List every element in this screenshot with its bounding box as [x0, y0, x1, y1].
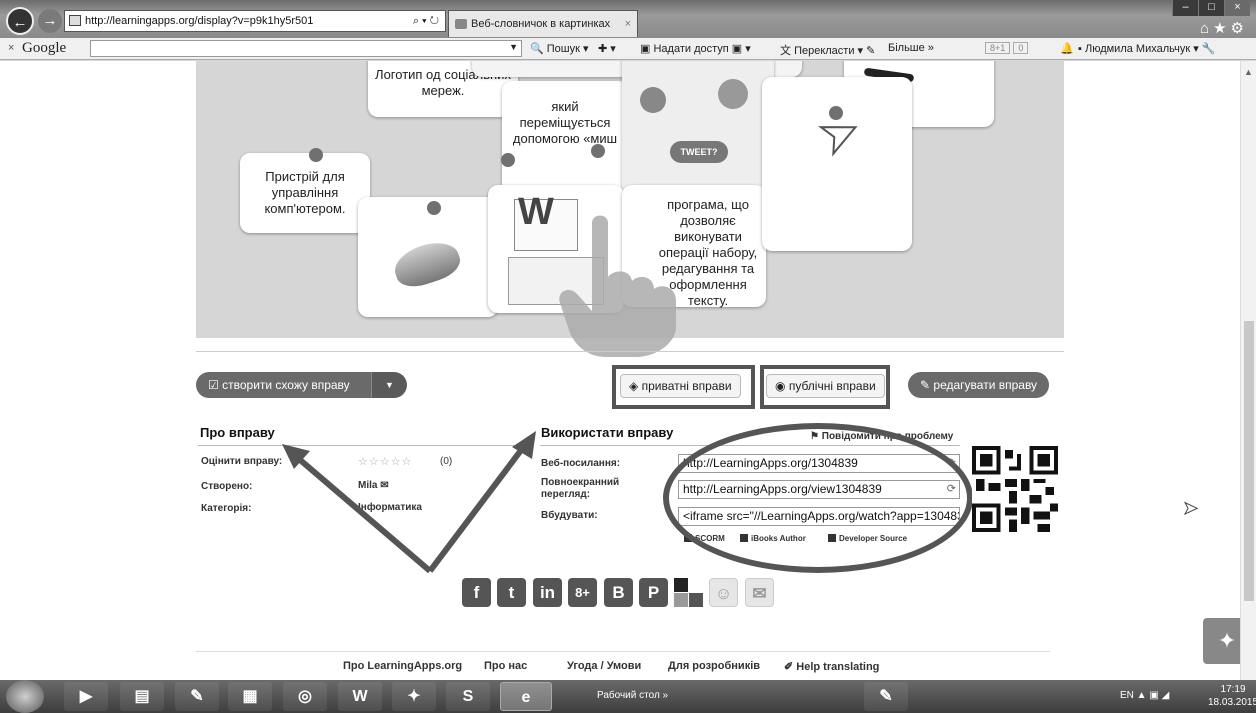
- footer-link-help[interactable]: ✐ Help translating: [784, 660, 879, 673]
- toolbar-close-icon[interactable]: ×: [8, 42, 14, 54]
- mouse-pointer-icon: ➤: [1182, 498, 1199, 519]
- page-favicon-icon: [69, 15, 81, 26]
- search-toolbar-icon: 🔍: [530, 43, 544, 55]
- maximize-button[interactable]: □: [1198, 0, 1224, 16]
- translate-button[interactable]: 文 Перекласти ▾ ✎: [780, 42, 875, 58]
- share-button[interactable]: ▣ Надати доступ ▣ ▾: [640, 42, 751, 55]
- search-button[interactable]: 🔍 Пошук ▾: [530, 42, 589, 55]
- taskbar-paint-icon[interactable]: ✎: [175, 682, 219, 711]
- address-bar[interactable]: http://learningapps.org/display?v=p9k1hy…: [64, 10, 446, 32]
- taskbar-chrome-icon[interactable]: ◎: [283, 682, 327, 711]
- address-controls[interactable]: ⌕ ▾ ↻: [413, 11, 439, 31]
- settings-gear-icon[interactable]: ⚙: [1231, 20, 1248, 37]
- user-account-button[interactable]: ▪ Людмила Михальчук ▾ 🔧: [1078, 42, 1216, 55]
- app-launcher-icon[interactable]: ✦: [1203, 618, 1240, 664]
- page-content: Логотип од соціальних мереж. який перемі…: [0, 61, 1240, 680]
- taskbar-calculator-icon[interactable]: ▦: [228, 682, 272, 711]
- tab-title: Веб-словничок в картинках: [471, 18, 611, 30]
- taskbar-flash-icon[interactable]: ✦: [392, 682, 436, 711]
- taskbar-media-player-icon[interactable]: ▶: [64, 682, 108, 711]
- plus-one-button[interactable]: 8+1 0: [985, 42, 1029, 54]
- tab-close-icon[interactable]: ×: [625, 11, 631, 37]
- browser-titlebar: ← → http://learningapps.org/display?v=p9…: [0, 0, 1256, 38]
- footer-link-about[interactable]: Про LearningApps.org: [343, 660, 462, 672]
- taskbar-show-desktop-icon[interactable]: ✎: [864, 682, 908, 711]
- translate-icon: 文: [780, 45, 791, 57]
- taskbar-skype-icon[interactable]: S: [446, 682, 490, 711]
- footer-link-terms[interactable]: Угода / Умови: [567, 660, 641, 672]
- chevron-down-icon[interactable]: ▼: [509, 42, 518, 52]
- more-button[interactable]: Більше »: [888, 42, 934, 54]
- translate-icon: ✐: [784, 661, 794, 673]
- google-search-input[interactable]: ▼: [90, 40, 522, 57]
- share-icon: ▣: [640, 43, 651, 55]
- annotation-arrows: [282, 431, 536, 574]
- scroll-up-icon[interactable]: ▲: [1244, 67, 1253, 77]
- windows-taskbar: ▶ ▤ ✎ ▦ ◎ W ✦ S e Рабочий стол » ✎ EN ▲ …: [0, 680, 1256, 713]
- start-button[interactable]: [6, 680, 44, 713]
- close-window-button[interactable]: ×: [1224, 0, 1250, 16]
- extensions-button[interactable]: ✚ ▾: [598, 42, 616, 55]
- scrollbar-thumb[interactable]: [1244, 321, 1254, 601]
- home-icon[interactable]: ⌂: [1200, 20, 1213, 37]
- wrench-icon: 🔧: [1201, 43, 1216, 55]
- pencil-icon: ✎: [866, 45, 876, 57]
- window-controls: – □ ×: [1172, 0, 1250, 16]
- avatar: ▪: [1078, 43, 1082, 55]
- google-logo: Google: [22, 40, 67, 56]
- tab-favicon-icon: [455, 19, 467, 29]
- footer-link-developers[interactable]: Для розробників: [668, 660, 760, 672]
- taskbar-explorer-icon[interactable]: ▤: [120, 682, 164, 711]
- footer-link-about-us[interactable]: Про нас: [484, 660, 527, 672]
- google-toolbar: × Google ▼ 🔍 Пошук ▾ ✚ ▾ ▣ Надати доступ…: [0, 38, 1256, 60]
- taskbar-word-icon[interactable]: W: [338, 682, 382, 711]
- back-button[interactable]: ←: [6, 7, 34, 35]
- footer-divider: [196, 651, 1050, 652]
- system-tray[interactable]: EN ▲ ▣ ◢: [1120, 690, 1169, 701]
- page-scrollbar[interactable]: ▲: [1240, 61, 1256, 680]
- browser-tool-icons: ⌂★⚙: [1200, 19, 1248, 37]
- favorites-star-icon[interactable]: ★: [1213, 20, 1230, 37]
- forward-button[interactable]: →: [38, 9, 62, 33]
- desktop-toolbar-label[interactable]: Рабочий стол »: [597, 690, 668, 701]
- taskbar-clock[interactable]: 17:19 18.03.2015: [1208, 683, 1256, 709]
- taskbar-ie-icon[interactable]: e: [500, 682, 552, 711]
- notification-bell-icon[interactable]: 🔔: [1060, 42, 1074, 55]
- minimize-button[interactable]: –: [1172, 0, 1198, 16]
- tab-active[interactable]: Веб-словничок в картинках ×: [448, 10, 638, 37]
- address-url: http://learningapps.org/display?v=p9k1hy…: [85, 15, 314, 27]
